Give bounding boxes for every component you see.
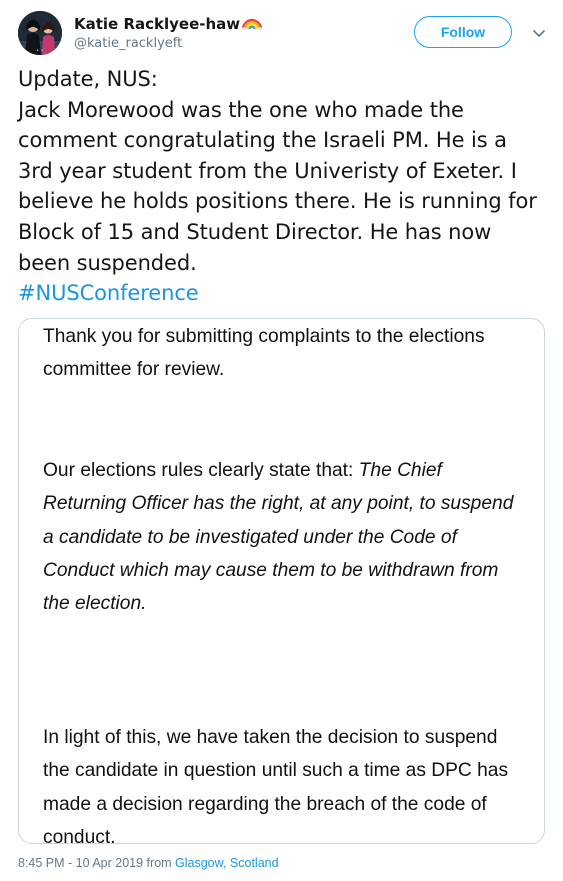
chevron-down-icon[interactable]: [532, 25, 546, 39]
avatar[interactable]: • •: [18, 11, 62, 55]
avatar-image: • •: [18, 11, 62, 55]
image-text: Thank you for submitting complaints to t…: [43, 320, 529, 844]
tweet-timestamp: 8:45 PM - 10 Apr 2019 from Glasgow, Scot…: [18, 856, 279, 870]
image-paragraph-2-rule: The Chief Returning Officer has the righ…: [43, 459, 514, 615]
rainbow-icon: [242, 16, 263, 35]
image-paragraph-2-lead: Our elections rules clearly state that:: [43, 459, 359, 481]
tweet-body: Jack Morewood was the one who made the c…: [18, 97, 537, 275]
display-name[interactable]: Katie Racklyee-haw: [74, 15, 263, 35]
timestamp-text[interactable]: 8:45 PM - 10 Apr 2019 from: [18, 856, 175, 870]
tweet-text: Update, NUS: Jack Morewood was the one w…: [18, 64, 546, 309]
follow-button[interactable]: Follow: [414, 16, 512, 48]
location-link[interactable]: Glasgow, Scotland: [175, 856, 279, 870]
user-handle[interactable]: @katie_racklyeft: [74, 35, 262, 53]
image-paragraph-3: In light of this, we have taken the deci…: [43, 726, 509, 844]
image-paragraph-1: Thank you for submitting complaints to t…: [43, 326, 485, 381]
user-info: Katie Racklyee-haw @katie_racklyeft: [74, 15, 263, 53]
attached-image[interactable]: Thank you for submitting complaints to t…: [18, 318, 545, 844]
image-paragraph-2: Our elections rules clearly state that: …: [43, 454, 529, 621]
svg-text:• •: • •: [36, 48, 44, 54]
display-name-text: Katie Racklyee-haw: [74, 15, 241, 33]
tweet-header: • • Katie Racklyee-haw @katie_racklyeft …: [18, 11, 545, 55]
tweet-line-1: Update, NUS:: [18, 67, 158, 91]
hashtag-link[interactable]: #NUSConference: [18, 281, 199, 305]
